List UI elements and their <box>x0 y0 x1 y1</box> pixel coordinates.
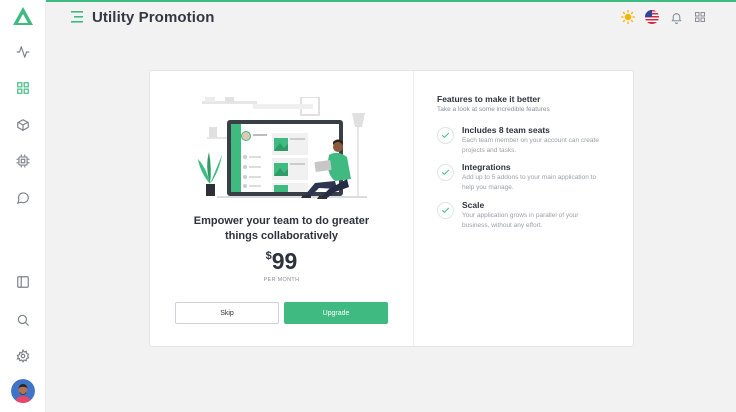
promotion-card: Empower your team to do greater things c… <box>149 70 634 347</box>
page-title: Utility Promotion <box>92 9 215 26</box>
team-illustration <box>198 97 367 199</box>
check-icon <box>437 127 454 144</box>
promo-headline: Empower your team to do greater things c… <box>150 214 413 244</box>
skip-button[interactable]: Skip <box>175 302 279 324</box>
sun-icon[interactable] <box>621 10 635 24</box>
feature-description: Each team member on your account can cre… <box>462 137 599 154</box>
upgrade-button[interactable]: Upgrade <box>284 302 388 324</box>
feature-name: Includes 8 team seats <box>462 125 550 135</box>
cpu-icon[interactable] <box>14 152 32 170</box>
feature-name: Scale <box>462 200 485 210</box>
app-logo[interactable] <box>12 6 34 26</box>
check-icon <box>437 164 454 181</box>
sidebar-panel-icon[interactable] <box>14 273 32 291</box>
feature-name: Integrations <box>462 162 511 172</box>
user-avatar[interactable] <box>11 379 35 403</box>
price-amount: 99 <box>271 248 298 274</box>
promo-headline-line1: Empower your team to do greater <box>193 215 370 227</box>
bell-icon[interactable] <box>669 10 683 24</box>
activity-icon[interactable] <box>14 43 32 61</box>
price: $99 <box>150 248 413 275</box>
features-title: Features to make it better <box>437 94 541 104</box>
feature-description: Your application grows in parallel of yo… <box>462 212 579 229</box>
grid-icon[interactable] <box>14 79 32 97</box>
features-subtitle: Take a look at some incredible features <box>437 106 550 113</box>
price-period: PER MONTH <box>263 277 300 283</box>
promo-headline-line2: things collaboratively <box>224 230 339 242</box>
price-currency: $ <box>265 250 272 262</box>
search-icon[interactable] <box>14 311 32 329</box>
message-circle-icon[interactable] <box>14 189 32 207</box>
settings-icon[interactable] <box>14 347 32 365</box>
apps-grid-icon[interactable] <box>693 10 707 24</box>
top-header: Utility Promotion <box>46 2 736 32</box>
feature-description: Add up to 5 addons to your main applicat… <box>462 174 597 191</box>
check-icon <box>437 202 454 219</box>
box-icon[interactable] <box>14 116 32 134</box>
card-divider <box>413 71 414 346</box>
sidebar <box>0 0 46 412</box>
us-flag-icon[interactable] <box>645 10 659 24</box>
menu-toggle-icon[interactable] <box>71 10 85 24</box>
